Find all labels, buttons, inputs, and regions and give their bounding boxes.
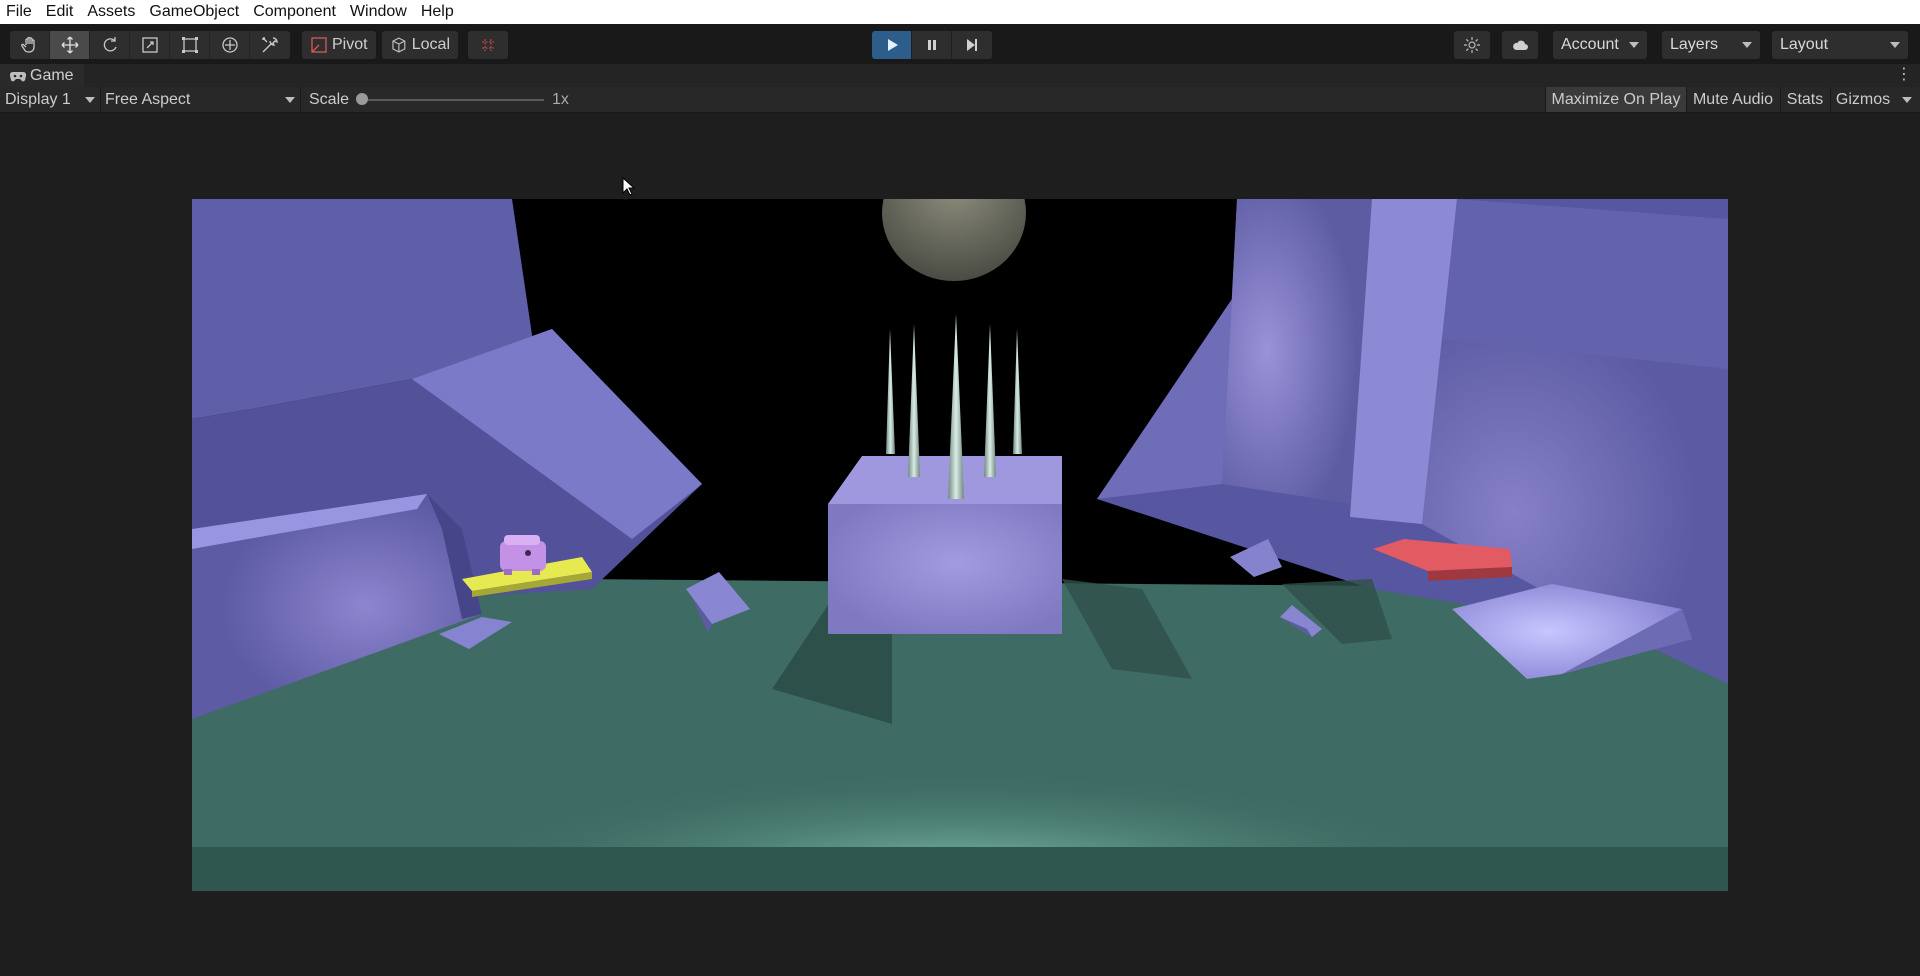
game-render-view[interactable] xyxy=(192,199,1728,891)
pause-icon xyxy=(927,40,936,50)
gizmos-toggle[interactable]: Gizmos xyxy=(1831,87,1895,112)
menu-component[interactable]: Component xyxy=(246,0,343,24)
layout-dropdown[interactable]: Layout xyxy=(1772,31,1908,59)
menu-bar: File Edit Assets GameObject Component Wi… xyxy=(0,0,1920,24)
display-dropdown[interactable]: Display 1 xyxy=(5,87,95,112)
transform-icon xyxy=(221,37,238,53)
game-tab-bar: Game ⋮ xyxy=(0,64,1920,87)
mute-label: Mute Audio xyxy=(1692,90,1774,108)
more-options-icon[interactable]: ⋮ xyxy=(1896,66,1912,84)
transform-tools xyxy=(10,31,290,59)
cloud-button[interactable] xyxy=(1502,31,1538,59)
layers-label: Layers xyxy=(1670,36,1719,53)
stats-label: Stats xyxy=(1786,90,1824,108)
menu-gameobject[interactable]: GameObject xyxy=(142,0,246,24)
play-icon xyxy=(887,39,898,51)
menu-edit[interactable]: Edit xyxy=(39,0,81,24)
player-character xyxy=(500,535,546,575)
scale-icon xyxy=(141,37,158,53)
rotate-tool-button[interactable] xyxy=(90,31,130,59)
local-cube-icon xyxy=(392,37,406,53)
scale-tool-button[interactable] xyxy=(130,31,170,59)
scale-value: 1x xyxy=(552,90,569,108)
chevron-down-icon xyxy=(285,96,295,103)
scale-label: Scale xyxy=(309,90,350,108)
pivot-toggle[interactable]: Pivot xyxy=(302,31,376,59)
chevron-down-icon xyxy=(1890,42,1900,48)
maximize-on-play-toggle[interactable]: Maximize On Play xyxy=(1546,87,1686,112)
account-dropdown[interactable]: Account xyxy=(1553,31,1647,59)
transform-tool-button[interactable] xyxy=(210,31,250,59)
local-toggle[interactable]: Local xyxy=(382,31,458,59)
account-label: Account xyxy=(1561,36,1619,53)
step-button[interactable] xyxy=(952,31,992,59)
grid-snap-button[interactable] xyxy=(468,31,508,59)
stats-toggle[interactable]: Stats xyxy=(1781,87,1829,112)
tab-game-label: Game xyxy=(30,66,74,84)
play-button[interactable] xyxy=(872,31,912,59)
aspect-label: Free Aspect xyxy=(105,90,191,108)
custom-tool-button[interactable] xyxy=(250,31,290,59)
lighting-button[interactable] xyxy=(1454,31,1490,59)
pause-button[interactable] xyxy=(912,31,952,59)
cloud-icon xyxy=(1513,40,1528,50)
aspect-dropdown[interactable]: Free Aspect xyxy=(105,87,295,112)
chevron-down-icon xyxy=(1742,42,1752,48)
central-cube-top xyxy=(828,456,1062,504)
menu-help[interactable]: Help xyxy=(414,0,461,24)
playmode-controls xyxy=(872,31,992,59)
layers-dropdown[interactable]: Layers xyxy=(1662,31,1760,59)
central-cube xyxy=(828,504,1062,634)
rotate-icon xyxy=(103,37,117,52)
menu-file[interactable]: File xyxy=(0,0,39,24)
move-arrows-icon xyxy=(61,36,78,54)
hand-icon xyxy=(20,36,35,53)
main-toolbar: Pivot Local Account Layers Layout xyxy=(0,24,1920,65)
sun-icon xyxy=(1464,37,1480,53)
gamepad-icon xyxy=(10,71,26,81)
maximize-label: Maximize On Play xyxy=(1551,90,1681,108)
pivot-icon xyxy=(311,37,327,53)
scale-slider-handle[interactable] xyxy=(356,93,368,105)
wrench-icon xyxy=(262,37,278,53)
hand-tool-button[interactable] xyxy=(10,31,50,59)
divider xyxy=(300,87,301,112)
mute-audio-toggle[interactable]: Mute Audio xyxy=(1687,87,1779,112)
rect-transform-icon xyxy=(181,37,198,53)
chevron-down-icon xyxy=(84,96,95,103)
gizmos-dropdown-button[interactable] xyxy=(1898,87,1916,112)
display-label: Display 1 xyxy=(5,90,71,108)
chevron-down-icon xyxy=(1629,42,1639,48)
menu-assets[interactable]: Assets xyxy=(80,0,142,24)
local-label: Local xyxy=(411,36,450,53)
layout-label: Layout xyxy=(1780,36,1829,53)
chevron-down-icon xyxy=(1902,96,1912,103)
mouse-cursor-icon xyxy=(622,177,636,196)
game-view-controls: Display 1 Free Aspect Scale 1x Maximize … xyxy=(0,87,1920,113)
game-scene xyxy=(192,199,1728,891)
move-tool-button[interactable] xyxy=(50,31,90,59)
rect-tool-button[interactable] xyxy=(170,31,210,59)
pivot-label: Pivot xyxy=(332,36,368,53)
tab-game[interactable]: Game xyxy=(0,64,84,87)
step-icon xyxy=(967,39,977,51)
menu-window[interactable]: Window xyxy=(343,0,414,24)
grid-snap-icon xyxy=(482,39,494,51)
divider xyxy=(100,87,101,112)
gizmos-label: Gizmos xyxy=(1835,90,1891,108)
scale-slider-track[interactable] xyxy=(362,99,544,101)
